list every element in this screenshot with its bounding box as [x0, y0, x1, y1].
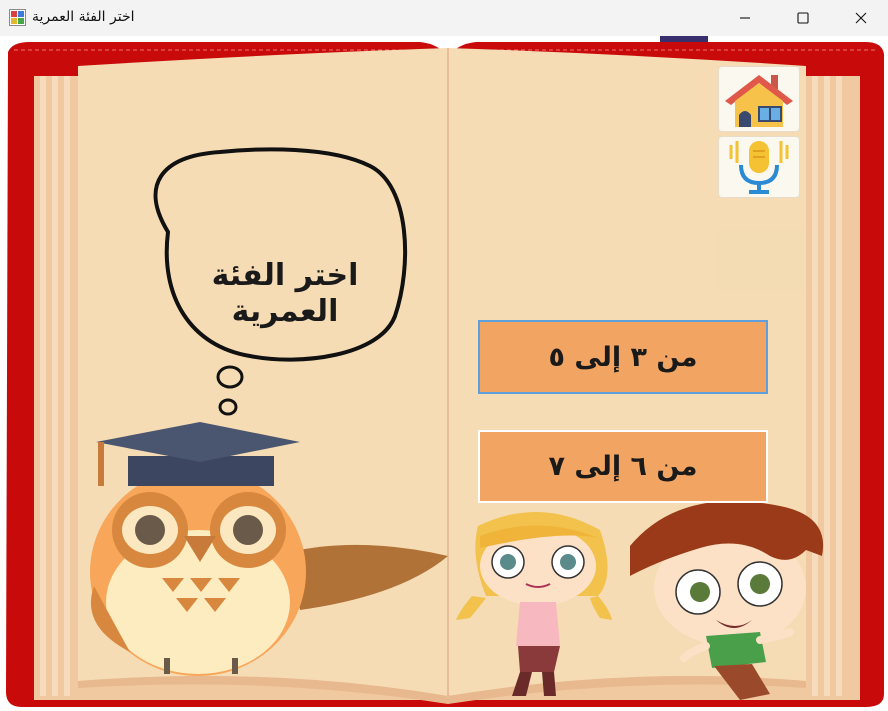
microphone-button[interactable]: [718, 136, 800, 198]
bubble-text-line2: العمرية: [231, 294, 339, 329]
microphone-icon: [729, 141, 789, 194]
house-icon: [725, 75, 793, 127]
age-6-to-7-button[interactable]: من ٦ إلى ٧: [478, 430, 768, 503]
app-icon: [9, 9, 26, 26]
window-title: اختر الفئة العمرية: [32, 9, 135, 25]
maximize-button[interactable]: [774, 0, 832, 36]
minimize-button[interactable]: [716, 0, 774, 36]
title-bar: اختر الفئة العمرية: [0, 0, 888, 36]
empty-button-slot: [716, 230, 804, 290]
minimize-icon: [740, 17, 750, 19]
age-3-to-5-button[interactable]: من ٣ إلى ٥: [478, 320, 768, 394]
app-canvas: اختر الفئة العمرية من ٣ إلى ٥ من ٦ إلى ٧: [0, 36, 888, 707]
bubble-text-line1: اختر الفئة: [211, 258, 359, 293]
close-button[interactable]: [832, 0, 888, 36]
maximize-icon: [797, 12, 809, 24]
bubble-text: اختر الفئة العمرية: [185, 258, 385, 330]
close-icon: [855, 12, 867, 24]
home-button[interactable]: [718, 66, 800, 132]
